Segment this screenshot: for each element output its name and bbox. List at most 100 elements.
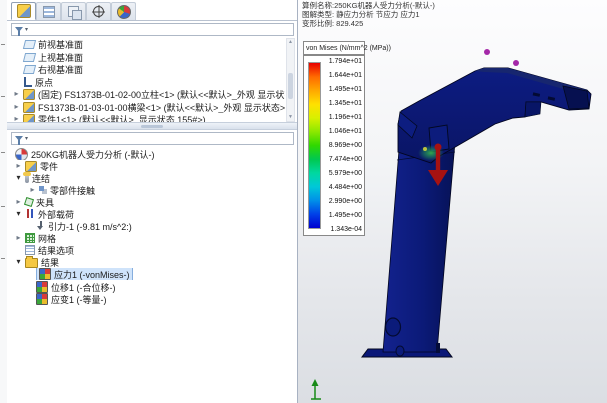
tree-item-label: 原点	[35, 76, 53, 88]
collapse-arrow-icon[interactable]	[15, 174, 22, 182]
part-icon	[23, 102, 35, 113]
study-item-results[interactable]: 结果	[7, 256, 285, 268]
filter-dropdown-icon[interactable]: ▾	[25, 27, 28, 33]
tree-item-top-plane[interactable]: 上视基准面	[7, 51, 285, 63]
study-item-strain1[interactable]: 应变1 (-等量-)	[7, 293, 285, 305]
parts-icon	[25, 161, 37, 172]
origin-icon	[24, 77, 32, 87]
filter-funnel-icon	[15, 27, 23, 32]
feature-tree-filter[interactable]: ▾	[11, 23, 294, 36]
expand-arrow-icon[interactable]	[29, 186, 36, 194]
study-item-connections[interactable]: 连结	[7, 172, 285, 184]
configuration-manager-icon	[68, 6, 79, 17]
tree-item-component-hengliang[interactable]: FS1373B-01-03-01-00横梁<1> (默认<<默认>_外观 显示状…	[7, 101, 285, 113]
strain-plot-icon	[36, 293, 48, 305]
tab-property-manager[interactable]	[36, 2, 61, 20]
collapse-arrow-icon[interactable]	[15, 258, 22, 266]
scroll-down-icon[interactable]: ▼	[287, 114, 294, 121]
study-tree-filter[interactable]: ▾	[11, 132, 294, 145]
simulation-study-icon	[15, 148, 28, 160]
left-gutter	[0, 0, 7, 403]
expand-arrow-icon[interactable]	[13, 90, 20, 98]
study-item-label: 零件	[40, 160, 58, 172]
panel-splitter[interactable]	[7, 122, 297, 130]
plane-icon	[23, 65, 36, 74]
panel-tick-marks	[1, 44, 5, 45]
reference-point-marker	[513, 60, 519, 66]
column-hole	[386, 318, 401, 336]
filter-funnel-icon	[15, 136, 23, 141]
column-hole-small	[396, 346, 404, 356]
tree-item-origin[interactable]: 原点	[7, 76, 285, 88]
stress-hotspot-peak	[423, 147, 427, 151]
scroll-up-icon[interactable]: ▲	[287, 39, 294, 46]
study-item-label: 零部件接触	[50, 184, 95, 196]
arm-bracket	[525, 102, 541, 117]
tree-item-component-lizhu[interactable]: (固定) FS1373B-01-02-00立柱<1> (默认<<默认>_外观 显…	[7, 88, 285, 100]
study-item-parts[interactable]: 零件	[7, 160, 285, 172]
study-item-label: 应力1 (-vonMises-)	[54, 268, 130, 280]
tree-item-label: FS1373B-01-03-01-00横梁<1> (默认<<默认>_外观 显示状…	[38, 101, 285, 113]
display-manager-icon	[117, 5, 131, 19]
study-item-result-options[interactable]: 结果选项	[7, 244, 285, 256]
tree-item-right-plane[interactable]: 右视基准面	[7, 63, 285, 75]
stress-model-3d[interactable]	[298, 0, 607, 403]
tree-item-label: 前视基准面	[38, 38, 83, 50]
tab-display-manager[interactable]	[111, 2, 136, 20]
filter-dropdown-icon[interactable]: ▾	[25, 136, 28, 142]
connections-icon	[25, 173, 29, 183]
graphics-viewport[interactable]: 算例名称:250KG机器人受力分析(-默认-) 图解类型: 静应力分析 节应力 …	[298, 0, 607, 403]
results-folder-icon	[25, 258, 38, 268]
mesh-icon	[25, 233, 35, 243]
displacement-plot-icon	[36, 281, 48, 293]
study-item-label: 连结	[32, 172, 50, 184]
splitter-grip[interactable]	[141, 125, 163, 128]
feature-manager-panel: ▾ 前视基准面 上视基准面 右视基准面 原点 (固定) FS1373B-01-0…	[7, 0, 298, 403]
expand-arrow-icon[interactable]	[15, 162, 22, 170]
tree-item-label: 上视基准面	[38, 51, 83, 63]
study-item-label: 结果	[41, 256, 59, 268]
study-item-label: 应变1 (-等量-)	[51, 293, 107, 305]
property-manager-icon	[43, 6, 55, 18]
dimxpert-crosshair-icon	[93, 6, 104, 17]
scrollbar-thumb[interactable]	[288, 73, 293, 99]
stress-plot-icon	[39, 268, 51, 280]
manager-tabs	[11, 2, 136, 21]
expand-arrow-icon[interactable]	[15, 234, 22, 242]
study-item-label: 位移1 (-合位移-)	[51, 281, 116, 293]
study-item-mesh[interactable]: 网格	[7, 232, 285, 244]
study-root-label: 250KG机器人受力分析 (-默认-)	[31, 148, 155, 160]
selected-result-item: 应力1 (-vonMises-)	[36, 268, 133, 280]
study-item-label: 外部载荷	[38, 208, 74, 220]
tree-item-label: 右视基准面	[38, 63, 83, 75]
plane-icon	[23, 40, 36, 49]
expand-arrow-icon[interactable]	[13, 103, 20, 111]
study-item-gravity[interactable]: 引力-1 (-9.81 m/s^2:)	[7, 220, 285, 232]
solidworks-simulation-window: ▾ 前视基准面 上视基准面 右视基准面 原点 (固定) FS1373B-01-0…	[0, 0, 607, 403]
tab-dimxpert[interactable]	[86, 2, 111, 20]
gravity-icon	[36, 221, 45, 231]
part-icon	[23, 89, 35, 100]
orientation-triad	[311, 379, 321, 399]
external-loads-icon	[25, 209, 35, 219]
tree-item-front-plane[interactable]: 前视基准面	[7, 38, 285, 50]
tab-configuration-manager[interactable]	[61, 2, 86, 20]
tab-feature-manager[interactable]	[11, 2, 36, 20]
study-item-label: 引力-1 (-9.81 m/s^2:)	[48, 220, 132, 232]
reference-point-marker	[484, 49, 490, 55]
plane-icon	[23, 53, 36, 62]
feature-manager-icon	[17, 4, 31, 18]
tree-item-label: (固定) FS1373B-01-02-00立柱<1> (默认<<默认>_外观 显…	[38, 88, 285, 100]
study-item-displacement1[interactable]: 位移1 (-合位移-)	[7, 281, 285, 293]
collapse-arrow-icon[interactable]	[15, 210, 22, 218]
study-item-fixtures[interactable]: 夹具	[7, 196, 285, 208]
study-item-component-contact[interactable]: 零部件接触	[7, 184, 285, 196]
study-root[interactable]: 250KG机器人受力分析 (-默认-)	[7, 148, 285, 160]
study-item-external-loads[interactable]: 外部载荷	[7, 208, 285, 220]
study-item-stress1[interactable]: 应力1 (-vonMises-)	[7, 268, 285, 280]
feature-tree-scrollbar[interactable]: ▲ ▼	[286, 38, 295, 122]
study-item-label: 网格	[38, 232, 56, 244]
expand-arrow-icon[interactable]	[15, 198, 22, 206]
component-contact-icon	[39, 186, 44, 191]
column-tab	[436, 343, 440, 353]
